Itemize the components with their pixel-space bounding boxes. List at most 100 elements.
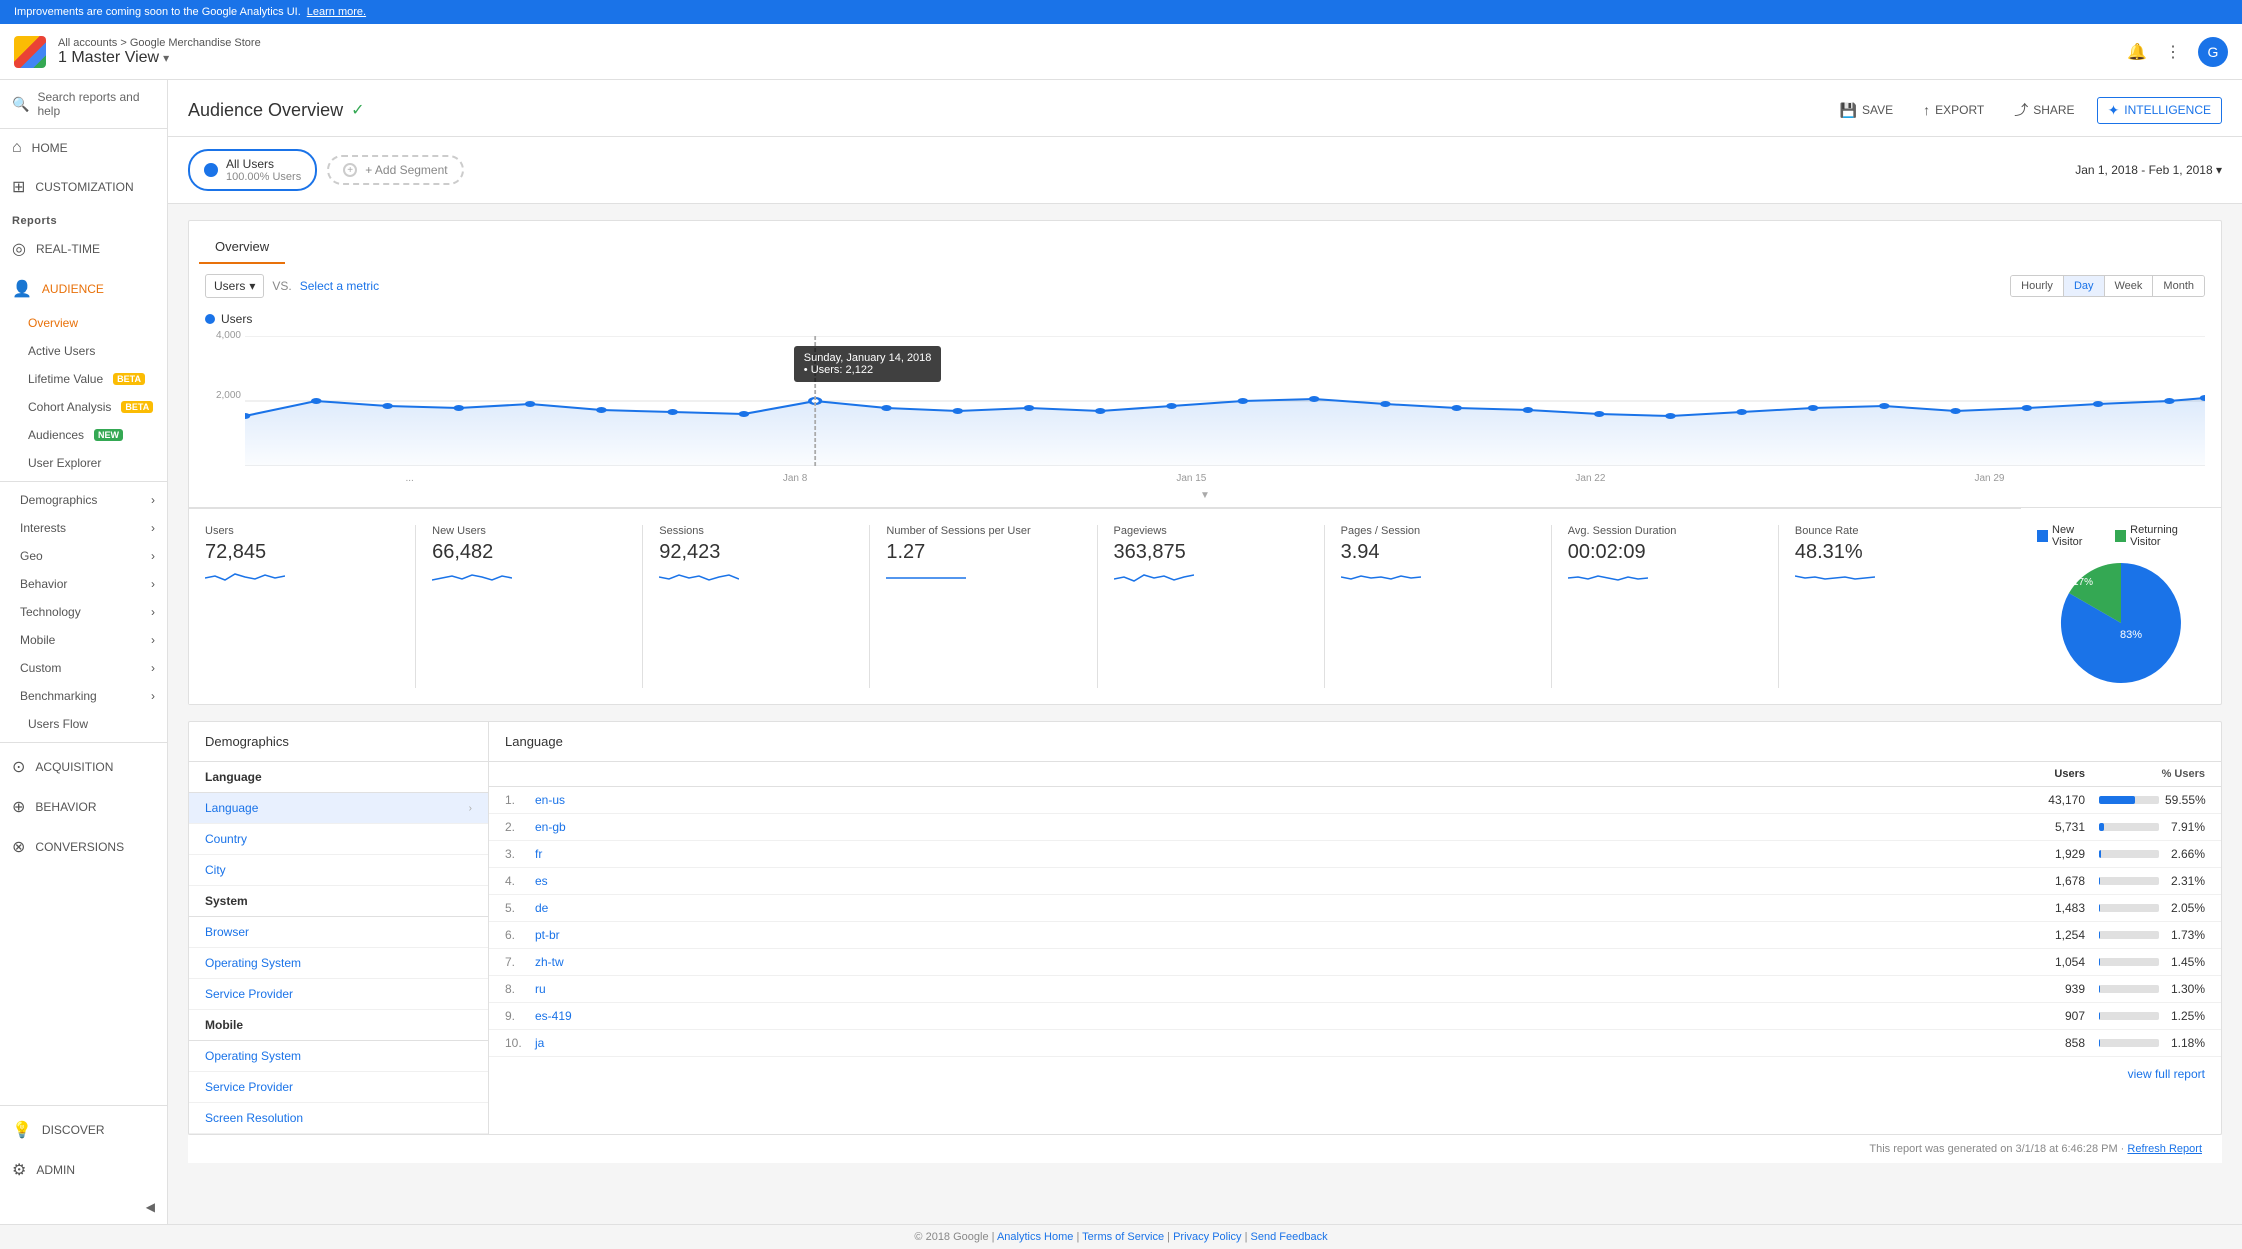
sidebar-item-customization[interactable]: ⊞ CUSTOMIZATION bbox=[0, 167, 167, 207]
table-row: 2. en-gb 5,731 7.91% bbox=[489, 814, 2221, 841]
search-button[interactable]: 🔍 Search reports and help bbox=[0, 80, 167, 129]
sidebar-collapse-custom[interactable]: Custom › bbox=[0, 654, 167, 682]
pct-bar-6 bbox=[2099, 931, 2100, 939]
more-options-icon[interactable]: ⋮ bbox=[2162, 41, 2184, 63]
vs-text: VS. bbox=[272, 279, 291, 293]
footer-privacy[interactable]: Privacy Policy bbox=[1173, 1231, 1241, 1243]
pct-bar-3 bbox=[2099, 850, 2101, 858]
sidebar-collapse-demographics[interactable]: Demographics › bbox=[0, 486, 167, 514]
sidebar-item-realtime[interactable]: ◎ REAL-TIME bbox=[0, 229, 167, 269]
demo-item-service-provider[interactable]: Service Provider bbox=[189, 979, 488, 1010]
sidebar-sub-lifetime-value[interactable]: Lifetime Value BETA bbox=[0, 365, 167, 393]
sidebar-item-conversions[interactable]: ⊗ CONVERSIONS bbox=[0, 827, 167, 867]
demo-item-os[interactable]: Operating System bbox=[189, 948, 488, 979]
sidebar-collapse-behavior[interactable]: Behavior › bbox=[0, 570, 167, 598]
sidebar-sub-users-flow[interactable]: Users Flow bbox=[0, 710, 167, 738]
sidebar-item-audience[interactable]: 👤 AUDIENCE bbox=[0, 269, 167, 309]
sidebar-sub-audiences[interactable]: Audiences NEW bbox=[0, 421, 167, 449]
sidebar-item-behavior[interactable]: ⊕ BEHAVIOR bbox=[0, 787, 167, 827]
announcement-link[interactable]: Learn more. bbox=[307, 6, 366, 18]
pct-bar-4 bbox=[2099, 877, 2100, 885]
demo-group-language-title: Language bbox=[189, 762, 488, 793]
demo-item-screen-resolution[interactable]: Screen Resolution bbox=[189, 1103, 488, 1134]
footer-analytics-home[interactable]: Analytics Home bbox=[997, 1231, 1073, 1243]
page-title: Audience Overview ✓ bbox=[188, 100, 364, 121]
report-generated: This report was generated on 3/1/18 at 6… bbox=[188, 1135, 2222, 1163]
pct-bar-2 bbox=[2099, 823, 2104, 831]
all-users-segment[interactable]: All Users 100.00% Users bbox=[188, 149, 317, 191]
account-info: All accounts > Google Merchandise Store … bbox=[58, 37, 2126, 67]
metric-users: Users 72,845 bbox=[205, 525, 416, 688]
sidebar-collapse-technology[interactable]: Technology › bbox=[0, 598, 167, 626]
segment-dot bbox=[204, 163, 218, 177]
time-btn-month[interactable]: Month bbox=[2153, 276, 2204, 296]
x-label-1: ... bbox=[406, 473, 414, 484]
content-area: Overview Users ▾ VS. Select a metric Hou… bbox=[168, 204, 2242, 1179]
pie-legend-new: New Visitor bbox=[2037, 524, 2103, 548]
time-btn-hourly[interactable]: Hourly bbox=[2011, 276, 2064, 296]
date-range-picker[interactable]: Jan 1, 2018 - Feb 1, 2018 ▾ bbox=[2075, 163, 2222, 177]
conversions-icon: ⊗ bbox=[12, 837, 25, 857]
chart-controls: Users ▾ VS. Select a metric Hourly Day W… bbox=[189, 264, 2221, 308]
save-button[interactable]: 💾 SAVE bbox=[1832, 98, 1902, 123]
main-actions: 💾 SAVE ↑ EXPORT ⤴ SHARE ✦ INTELLIGENCE bbox=[1832, 96, 2222, 124]
legend-dot bbox=[205, 314, 215, 324]
user-avatar[interactable]: G bbox=[2198, 37, 2228, 67]
demo-item-language[interactable]: Language › bbox=[189, 793, 488, 824]
y-max-label: 4,000 bbox=[205, 330, 241, 390]
chevron-right-icon-6: › bbox=[151, 633, 155, 647]
sidebar-item-admin[interactable]: ⚙ ADMIN bbox=[0, 1150, 167, 1190]
search-icon: 🔍 bbox=[12, 96, 29, 113]
demo-item-mobile-service[interactable]: Service Provider bbox=[189, 1072, 488, 1103]
pct-bar-5 bbox=[2099, 904, 2100, 912]
x-label-jan29: Jan 29 bbox=[1974, 473, 2004, 484]
demo-item-browser[interactable]: Browser bbox=[189, 917, 488, 948]
add-segment-button[interactable]: + + Add Segment bbox=[327, 155, 463, 185]
overview-tab[interactable]: Overview bbox=[199, 231, 285, 264]
intelligence-button[interactable]: ✦ INTELLIGENCE bbox=[2097, 97, 2222, 124]
footer-feedback[interactable]: Send Feedback bbox=[1251, 1231, 1328, 1243]
table-row: 4. es 1,678 2.31% bbox=[489, 868, 2221, 895]
refresh-report-link[interactable]: Refresh Report bbox=[2127, 1143, 2202, 1155]
sidebar-sub-overview[interactable]: Overview bbox=[0, 309, 167, 337]
account-path: All accounts > Google Merchandise Store bbox=[58, 37, 2126, 49]
view-full-report-link[interactable]: view full report bbox=[489, 1057, 2221, 1091]
footer-tos[interactable]: Terms of Service bbox=[1082, 1231, 1164, 1243]
sidebar-sub-cohort[interactable]: Cohort Analysis BETA bbox=[0, 393, 167, 421]
sidebar-item-acquisition[interactable]: ⊙ ACQUISITION bbox=[0, 747, 167, 787]
chevron-right-icon-4: › bbox=[151, 577, 155, 591]
sparkline-br bbox=[1795, 568, 1875, 588]
sidebar-sub-active-users[interactable]: Active Users bbox=[0, 337, 167, 365]
segment-bar: All Users 100.00% Users + + Add Segment … bbox=[168, 137, 2242, 204]
y-mid-label: 2,000 bbox=[205, 390, 241, 450]
share-button[interactable]: ⤴ SHARE bbox=[2006, 96, 2082, 124]
export-button[interactable]: ↑ EXPORT bbox=[1915, 98, 1992, 122]
sidebar-item-home[interactable]: ⌂ HOME bbox=[0, 129, 167, 167]
pie-legend: New Visitor Returning Visitor bbox=[2037, 524, 2205, 548]
sidebar-collapse-interests[interactable]: Interests › bbox=[0, 514, 167, 542]
sidebar-collapse-mobile[interactable]: Mobile › bbox=[0, 626, 167, 654]
notification-icon[interactable]: 🔔 bbox=[2126, 41, 2148, 63]
app-header: All accounts > Google Merchandise Store … bbox=[0, 24, 2242, 80]
sidebar-collapse-geo[interactable]: Geo › bbox=[0, 542, 167, 570]
demo-item-country[interactable]: Country bbox=[189, 824, 488, 855]
demo-item-city[interactable]: City bbox=[189, 855, 488, 886]
metric-select[interactable]: Users ▾ bbox=[205, 274, 264, 298]
chevron-right-icon-3: › bbox=[151, 549, 155, 563]
sidebar-item-discover[interactable]: 💡 DISCOVER bbox=[0, 1110, 167, 1150]
sidebar-toggle-button[interactable]: ◀ bbox=[0, 1190, 167, 1224]
table-row: 3. fr 1,929 2.66% bbox=[489, 841, 2221, 868]
segment-info: All Users 100.00% Users bbox=[226, 157, 301, 183]
demo-item-mobile-os[interactable]: Operating System bbox=[189, 1041, 488, 1072]
metric-new-users: New Users 66,482 bbox=[416, 525, 643, 688]
metrics-row: Users 72,845 New Users 66,482 Sessions 9… bbox=[189, 508, 2021, 704]
select-metric-link[interactable]: Select a metric bbox=[300, 279, 379, 293]
announcement-text: Improvements are coming soon to the Goog… bbox=[14, 6, 301, 18]
time-btn-week[interactable]: Week bbox=[2105, 276, 2154, 296]
table-row: 10. ja 858 1.18% bbox=[489, 1030, 2221, 1057]
sidebar-sub-user-explorer[interactable]: User Explorer bbox=[0, 449, 167, 477]
view-selector[interactable]: 1 Master View ▾ bbox=[58, 49, 2126, 67]
sidebar-collapse-benchmarking[interactable]: Benchmarking › bbox=[0, 682, 167, 710]
time-btn-day[interactable]: Day bbox=[2064, 276, 2105, 296]
pie-legend-new-dot bbox=[2037, 530, 2048, 542]
